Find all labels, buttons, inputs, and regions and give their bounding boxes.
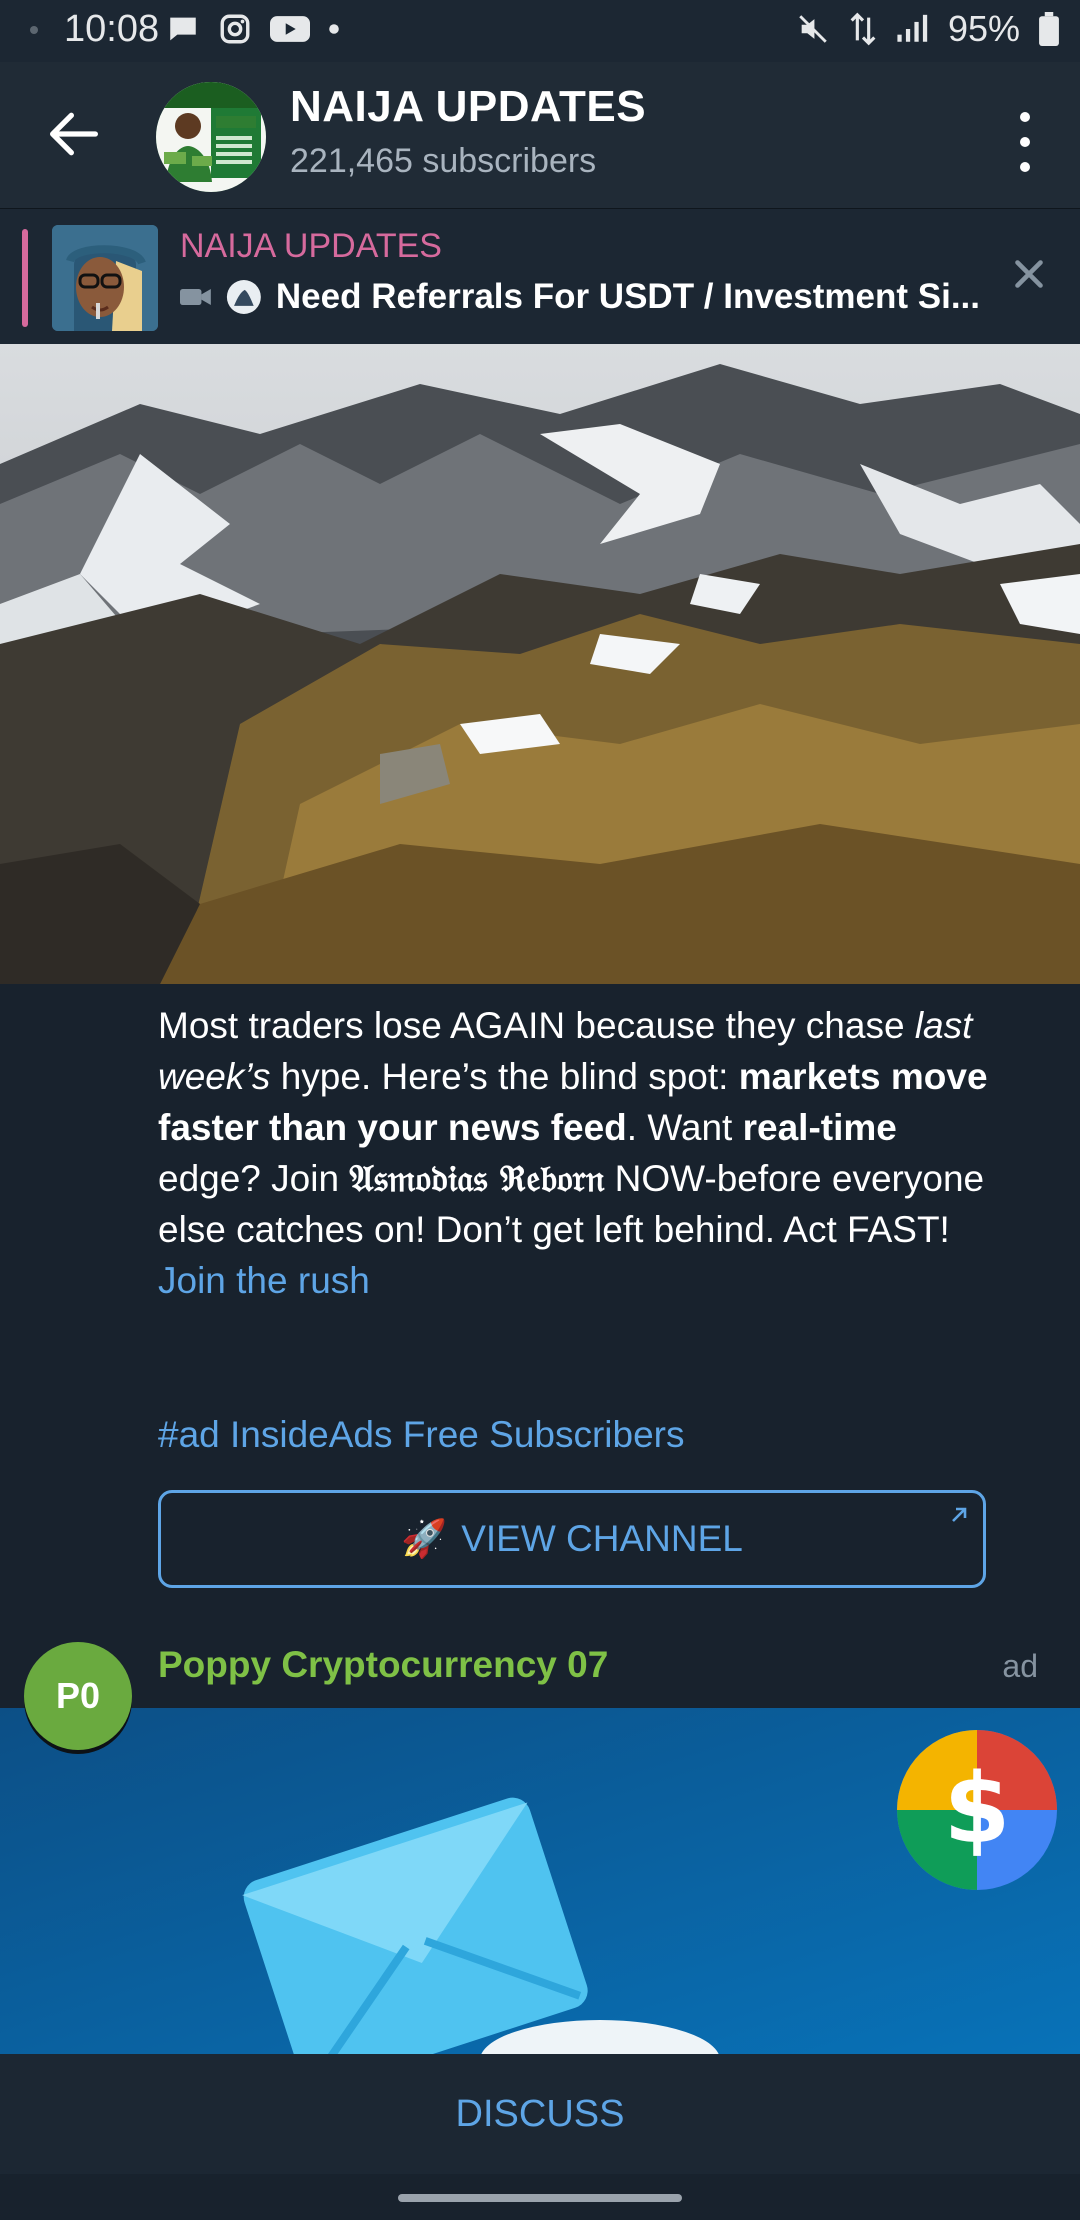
back-button[interactable] [42, 102, 106, 166]
post-text-bold: real-time [742, 1107, 897, 1148]
pinned-thumbnail-image [52, 225, 158, 331]
ad-message-header: P0 Poppy Cryptocurrency 07 ad [0, 1620, 1080, 1750]
youtube-icon [270, 16, 310, 42]
pinned-text: Need Referrals For USDT / Investment Si.… [275, 277, 980, 316]
ad-hashtag[interactable]: #ad InsideAds Free Subscribers [158, 1414, 685, 1456]
status-bar: 10:08 95% [0, 0, 1080, 62]
menu-dot [1020, 137, 1030, 147]
post-text-part: . Want [626, 1107, 743, 1148]
menu-dot [1020, 162, 1030, 172]
post-photo[interactable] [0, 344, 1080, 984]
ad-sender-avatar[interactable]: P0 [24, 1642, 132, 1750]
chat-header: NAIJA UPDATES 221,465 subscribers [0, 62, 1080, 208]
pinned-title: NAIJA UPDATES [180, 227, 442, 265]
ad-image[interactable]: $ [0, 1708, 1080, 2054]
close-pinned-button[interactable] [1006, 251, 1052, 297]
dot-icon [329, 24, 339, 34]
data-icon [850, 12, 876, 46]
home-gesture-handle[interactable] [398, 2194, 682, 2202]
post-text-part: Most traders lose AGAIN because they cha… [158, 1005, 915, 1046]
battery-percent: 95% [947, 8, 1020, 49]
external-link-icon [952, 1507, 967, 1522]
envelope-promo-image: $ [0, 1708, 1080, 2054]
battery-icon [1039, 12, 1059, 46]
svg-text:$: $ [944, 1753, 1011, 1865]
pinned-indicator-bar [22, 229, 28, 327]
signal-icon [897, 14, 928, 42]
status-time: 10:08 [64, 8, 160, 50]
post-text: Most traders lose AGAIN because they cha… [158, 1000, 998, 1306]
video-icon [180, 288, 211, 306]
rocket-icon: 🚀 [401, 1517, 448, 1559]
notification-dot [30, 26, 38, 34]
subscriber-count: 221,465 subscribers [290, 142, 597, 180]
message-icon [170, 17, 196, 41]
post-text-part: hype. Here’s the blind spot: [270, 1056, 739, 1097]
menu-dot [1020, 112, 1030, 122]
pinned-text-row: Need Referrals For USDT / Investment Si.… [180, 277, 980, 317]
pinned-message[interactable]: NAIJA UPDATES Need Referrals For USDT / … [0, 208, 1080, 345]
view-channel-label: VIEW CHANNEL [461, 1518, 743, 1559]
ad-sender-name[interactable]: Poppy Cryptocurrency 07 [158, 1644, 608, 1686]
preview-thumb-icon [227, 280, 262, 314]
join-link[interactable]: Join the rush [158, 1260, 370, 1301]
close-icon [1015, 260, 1043, 288]
status-right: 95% [796, 8, 1060, 50]
post-text-part: edge? Join [158, 1158, 350, 1199]
view-channel-button[interactable]: 🚀 VIEW CHANNEL [158, 1490, 986, 1588]
more-options-button[interactable] [1010, 112, 1040, 172]
instagram-icon [220, 14, 250, 44]
channel-name-styled: 𝔄𝔰𝔪𝔬𝔡𝔦𝔞𝔰 ℜ𝔢𝔟𝔬𝔯𝔫 [349, 1156, 605, 1200]
status-app-icons [166, 12, 340, 46]
pinned-thumbnail [52, 225, 158, 331]
channel-avatar-image [156, 82, 266, 192]
back-arrow-icon [50, 112, 98, 156]
mute-icon [799, 15, 827, 43]
discuss-button[interactable]: DISCUSS [0, 2054, 1080, 2174]
ad-label: ad [1002, 1648, 1038, 1684]
channel-avatar[interactable] [156, 82, 266, 192]
mountain-landscape-image [0, 344, 1080, 984]
system-nav-bar [0, 2174, 1080, 2220]
channel-title[interactable]: NAIJA UPDATES [290, 82, 646, 132]
